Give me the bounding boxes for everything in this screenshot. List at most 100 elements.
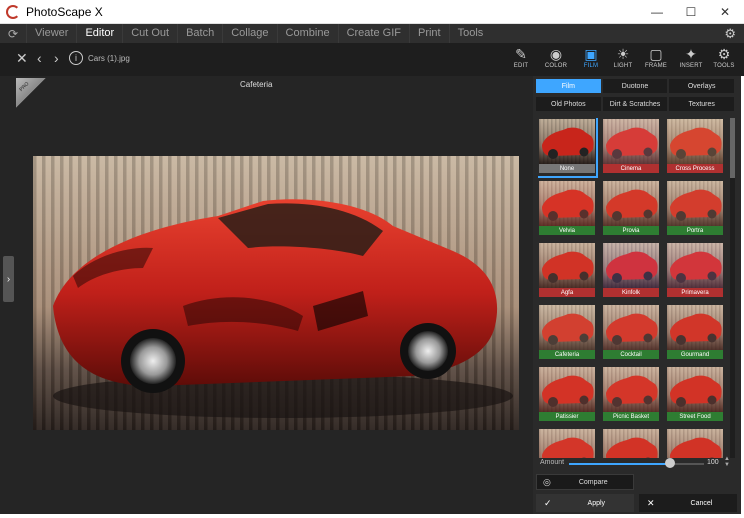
filter-thumbnail[interactable]: Velvia bbox=[538, 180, 596, 238]
filter-thumbnail[interactable]: Cinema bbox=[602, 118, 660, 176]
filter-thumbnail[interactable]: Gourmand bbox=[666, 304, 724, 362]
menu-item-combine[interactable]: Combine bbox=[276, 24, 338, 43]
info-icon[interactable]: i bbox=[69, 51, 83, 65]
cancel-label: Cancel bbox=[690, 499, 713, 507]
filter-caption: Gourmand bbox=[667, 350, 723, 359]
filter-thumbnail[interactable] bbox=[666, 428, 724, 458]
tool-frame-button[interactable]: ▢ FRAME bbox=[639, 46, 673, 74]
filter-preview-image bbox=[603, 305, 659, 350]
editor-toolbar: ✕ ‹ › i Cars (1).jpg ✎ EDIT ◉ COLOR ▣ FILM ☀ LI… bbox=[0, 43, 744, 76]
filter-preview-image bbox=[603, 243, 659, 288]
amount-stepper[interactable]: ▲ ▼ bbox=[724, 456, 730, 468]
filter-caption: Agfa bbox=[539, 288, 595, 297]
compare-icon: ◎ bbox=[543, 476, 551, 487]
filter-thumbnail[interactable]: None bbox=[538, 118, 598, 178]
filter-thumbnail[interactable]: Portra bbox=[666, 180, 724, 238]
tool-edit-button[interactable]: ✎ EDIT bbox=[504, 46, 538, 74]
tool-color-button[interactable]: ◉ COLOR bbox=[539, 46, 573, 74]
tool-label: EDIT bbox=[513, 63, 529, 69]
filter-preview-image bbox=[667, 429, 723, 458]
close-button[interactable]: ✕ bbox=[708, 0, 742, 24]
photo-preview bbox=[33, 156, 519, 430]
tab-textures[interactable]: Textures bbox=[669, 97, 735, 111]
minimize-button[interactable]: — bbox=[640, 0, 674, 24]
tab-film[interactable]: Film bbox=[536, 79, 601, 93]
filter-preview-image bbox=[539, 181, 595, 226]
filter-thumbnail[interactable] bbox=[538, 428, 596, 458]
filter-preview-image bbox=[603, 119, 659, 164]
filter-caption: Velvia bbox=[539, 226, 595, 235]
menu-item-viewer[interactable]: Viewer bbox=[26, 24, 76, 43]
app-logo-icon bbox=[6, 4, 20, 19]
filter-preview-image bbox=[539, 119, 595, 164]
filter-preview-image bbox=[539, 243, 595, 288]
expand-left-panel-button[interactable]: › bbox=[3, 256, 14, 302]
tab-old-photos[interactable]: Old Photos bbox=[536, 97, 601, 111]
filter-thumbnail[interactable] bbox=[602, 428, 660, 458]
cancel-button[interactable]: ✕ Cancel bbox=[639, 494, 737, 512]
light-tool-icon: ☀ bbox=[616, 46, 630, 62]
tool-insert-button[interactable]: ✦ INSERT bbox=[674, 46, 708, 74]
cancel-x-icon: ✕ bbox=[647, 497, 655, 508]
settings-gear-icon[interactable]: ⚙ bbox=[724, 26, 736, 42]
scrollbar-thumb[interactable] bbox=[730, 118, 735, 178]
checkmark-icon: ✓ bbox=[544, 497, 552, 508]
amount-slider-track[interactable] bbox=[569, 463, 704, 465]
menu-item-batch[interactable]: Batch bbox=[177, 24, 222, 43]
window-title: PhotoScape X bbox=[26, 4, 103, 19]
filter-caption: Picnic Basket bbox=[603, 412, 659, 421]
tool-label: INSERT bbox=[679, 63, 703, 69]
tab-dirt-scratches[interactable]: Dirt & Scratches bbox=[602, 97, 668, 111]
amount-slider-handle[interactable] bbox=[665, 458, 676, 468]
filter-thumbnail[interactable]: Cross Process bbox=[666, 118, 724, 176]
menu-item-cut-out[interactable]: Cut Out bbox=[122, 24, 177, 43]
next-image-icon[interactable]: › bbox=[54, 51, 59, 65]
maximize-button[interactable]: ☐ bbox=[674, 0, 708, 24]
pro-badge: PRO bbox=[16, 78, 46, 108]
filter-caption: Cinema bbox=[603, 164, 659, 173]
tools-tool-icon: ⚙ bbox=[717, 46, 731, 62]
filter-thumbnail[interactable]: Kinfolk bbox=[602, 242, 660, 300]
tool-film-button[interactable]: ▣ FILM bbox=[574, 46, 608, 74]
menu-item-create-gif[interactable]: Create GIF bbox=[337, 24, 409, 43]
home-icon[interactable]: ⟳ bbox=[0, 24, 26, 43]
filter-preview-image bbox=[603, 181, 659, 226]
filter-thumbnail[interactable]: Picnic Basket bbox=[602, 366, 660, 424]
filter-thumbnail[interactable]: Cafeteria bbox=[538, 304, 596, 362]
menu-item-print[interactable]: Print bbox=[408, 24, 449, 43]
close-image-icon[interactable]: ✕ bbox=[16, 51, 28, 65]
filter-preview-image bbox=[603, 429, 659, 458]
tool-label: COLOR bbox=[544, 63, 568, 69]
previous-image-icon[interactable]: ‹ bbox=[37, 51, 42, 65]
filter-caption: Street Food bbox=[667, 412, 723, 421]
edit-tool-icon: ✎ bbox=[515, 46, 527, 62]
filter-thumbnail[interactable]: Patissier bbox=[538, 366, 596, 424]
filter-thumbnail[interactable]: Primavera bbox=[666, 242, 724, 300]
thumbnail-scrollbar[interactable] bbox=[730, 118, 735, 458]
filter-category-tabs-row1: Film Duotone Overlays bbox=[536, 79, 736, 93]
menu-item-collage[interactable]: Collage bbox=[222, 24, 276, 43]
apply-button[interactable]: ✓ Apply bbox=[536, 494, 634, 512]
compare-button[interactable]: ◎ Compare bbox=[536, 474, 634, 490]
tool-light-button[interactable]: ☀ LIGHT bbox=[606, 46, 640, 74]
image-canvas: PRO Cafeteria › bbox=[0, 76, 533, 514]
menu-item-tools[interactable]: Tools bbox=[448, 24, 492, 43]
amount-value: 100 bbox=[707, 459, 719, 466]
tool-label: FRAME bbox=[645, 63, 667, 69]
compare-label: Compare bbox=[578, 478, 608, 486]
filter-preview-image bbox=[667, 181, 723, 226]
tab-duotone[interactable]: Duotone bbox=[602, 79, 668, 93]
pro-badge-label: PRO bbox=[18, 81, 31, 93]
tool-tools-button[interactable]: ⚙ TOOLS bbox=[707, 46, 741, 74]
main-menu-bar: ⟳ Viewer Editor Cut Out Batch Collage Combine… bbox=[0, 24, 744, 43]
filter-thumbnail[interactable]: Cocktail bbox=[602, 304, 660, 362]
filter-thumbnail[interactable]: Provia bbox=[602, 180, 660, 238]
apply-label: Apply bbox=[587, 499, 606, 507]
car-image bbox=[53, 199, 513, 418]
filter-thumbnail[interactable]: Street Food bbox=[666, 366, 724, 424]
tab-overlays[interactable]: Overlays bbox=[669, 79, 735, 93]
filter-thumbnail[interactable]: Agfa bbox=[538, 242, 596, 300]
filter-caption: None bbox=[539, 164, 595, 173]
filter-caption: Cafeteria bbox=[539, 350, 595, 359]
menu-item-editor[interactable]: Editor bbox=[76, 24, 122, 43]
